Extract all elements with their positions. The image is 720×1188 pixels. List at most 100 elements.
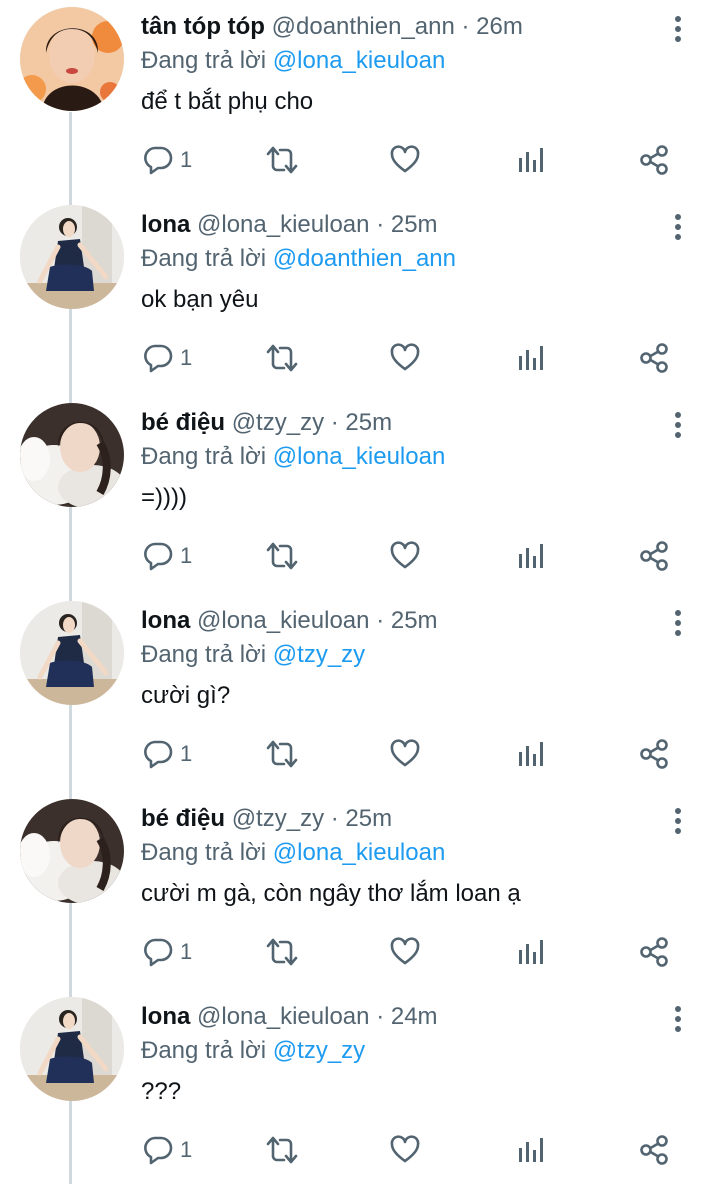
share-icon xyxy=(638,540,670,572)
avatar[interactable] xyxy=(20,799,124,903)
analytics-button[interactable] xyxy=(516,340,546,376)
more-icon[interactable] xyxy=(668,1004,688,1034)
tweet-action-bar: 1 xyxy=(0,340,720,376)
tweet-timestamp[interactable]: 26m xyxy=(476,13,523,40)
analytics-button[interactable] xyxy=(516,736,546,772)
analytics-button[interactable] xyxy=(516,142,546,178)
replying-to-mention[interactable]: @lona_kieuloan xyxy=(273,839,446,866)
like-button[interactable] xyxy=(389,934,421,970)
share-button[interactable] xyxy=(638,142,670,178)
avatar[interactable] xyxy=(20,7,124,111)
replying-to-mention[interactable]: @tzy_zy xyxy=(273,641,365,668)
user-handle[interactable]: @lona_kieuloan xyxy=(197,607,370,634)
retweet-button[interactable] xyxy=(265,934,299,970)
tweet[interactable]: lona @lona_kieuloan · 25m Đang trả lời @… xyxy=(0,594,720,792)
user-handle[interactable]: @lona_kieuloan xyxy=(197,211,370,238)
tweet-header: lona @lona_kieuloan · 24m xyxy=(141,1000,661,1034)
more-icon[interactable] xyxy=(668,806,688,836)
user-handle[interactable]: @tzy_zy xyxy=(232,409,324,436)
analytics-button[interactable] xyxy=(516,934,546,970)
replying-to-label: Đang trả lời xyxy=(141,1037,267,1064)
tweet[interactable]: lona @lona_kieuloan · 25m Đang trả lời @… xyxy=(0,198,720,396)
tweet-text: để t bắt phụ cho xyxy=(141,88,314,115)
share-icon xyxy=(638,1134,670,1166)
avatar[interactable] xyxy=(20,205,124,309)
tweet-action-bar: 1 xyxy=(0,538,720,574)
retweet-icon xyxy=(265,342,299,374)
like-button[interactable] xyxy=(389,736,421,772)
tweet-action-bar: 1 xyxy=(0,736,720,772)
like-button[interactable] xyxy=(389,142,421,178)
replying-to: Đang trả lời @lona_kieuloan xyxy=(141,440,661,474)
tweet-timestamp[interactable]: 24m xyxy=(391,1003,438,1030)
display-name[interactable]: tân tóp tóp xyxy=(141,13,265,40)
display-name[interactable]: lona xyxy=(141,1003,190,1030)
reply-button[interactable]: 1 xyxy=(142,736,192,772)
tweet-timestamp[interactable]: 25m xyxy=(391,607,438,634)
share-button[interactable] xyxy=(638,934,670,970)
analytics-button[interactable] xyxy=(516,538,546,574)
avatar[interactable] xyxy=(20,601,124,705)
reply-button[interactable]: 1 xyxy=(142,1132,192,1168)
tweet-header: lona @lona_kieuloan · 25m xyxy=(141,604,661,638)
tweet-timestamp[interactable]: 25m xyxy=(345,409,392,436)
retweet-button[interactable] xyxy=(265,142,299,178)
retweet-button[interactable] xyxy=(265,736,299,772)
tweet-action-bar: 1 xyxy=(0,1132,720,1168)
display-name[interactable]: lona xyxy=(141,211,190,238)
reply-count: 1 xyxy=(180,345,193,370)
reply-button[interactable]: 1 xyxy=(142,934,192,970)
reply-count: 1 xyxy=(180,543,193,568)
user-handle[interactable]: @doanthien_ann xyxy=(272,13,455,40)
reply-button[interactable]: 1 xyxy=(142,538,192,574)
tweet-header: lona @lona_kieuloan · 25m xyxy=(141,208,661,242)
user-handle[interactable]: @tzy_zy xyxy=(232,805,324,832)
tweet-timestamp[interactable]: 25m xyxy=(391,211,438,238)
replying-to-mention[interactable]: @lona_kieuloan xyxy=(273,443,446,470)
tweet[interactable]: bé điệu @tzy_zy · 25m Đang trả lời @lona… xyxy=(0,792,720,990)
retweet-icon xyxy=(265,144,299,176)
like-button[interactable] xyxy=(389,538,421,574)
reply-count: 1 xyxy=(180,1137,193,1162)
reply-button[interactable]: 1 xyxy=(142,340,192,376)
share-button[interactable] xyxy=(638,340,670,376)
replying-to: Đang trả lời @lona_kieuloan xyxy=(141,44,661,78)
replying-to: Đang trả lời @lona_kieuloan xyxy=(141,836,661,870)
retweet-button[interactable] xyxy=(265,538,299,574)
tweet[interactable]: lona @lona_kieuloan · 24m Đang trả lời @… xyxy=(0,990,720,1188)
user-handle[interactable]: @lona_kieuloan xyxy=(197,1003,370,1030)
like-icon xyxy=(389,540,421,572)
retweet-button[interactable] xyxy=(265,1132,299,1168)
more-icon[interactable] xyxy=(668,212,688,242)
reply-button[interactable]: 1 xyxy=(142,142,192,178)
more-icon[interactable] xyxy=(668,410,688,440)
like-button[interactable] xyxy=(389,1132,421,1168)
share-button[interactable] xyxy=(638,1132,670,1168)
analytics-icon xyxy=(516,144,546,176)
reply-icon xyxy=(142,738,174,770)
replying-to-label: Đang trả lời xyxy=(141,443,267,470)
retweet-icon xyxy=(265,540,299,572)
tweet-timestamp[interactable]: 25m xyxy=(345,805,392,832)
tweet[interactable]: bé điệu @tzy_zy · 25m Đang trả lời @lona… xyxy=(0,396,720,594)
tweet-content: bé điệu @tzy_zy · 25m Đang trả lời @lona… xyxy=(141,406,661,515)
retweet-button[interactable] xyxy=(265,340,299,376)
avatar[interactable] xyxy=(20,997,124,1101)
replying-to-mention[interactable]: @doanthien_ann xyxy=(273,245,456,272)
more-icon[interactable] xyxy=(668,608,688,638)
avatar[interactable] xyxy=(20,403,124,507)
analytics-button[interactable] xyxy=(516,1132,546,1168)
more-icon[interactable] xyxy=(668,14,688,44)
replying-to: Đang trả lời @doanthien_ann xyxy=(141,242,661,276)
share-icon xyxy=(638,936,670,968)
share-button[interactable] xyxy=(638,736,670,772)
replying-to-label: Đang trả lời xyxy=(141,47,267,74)
display-name[interactable]: bé điệu xyxy=(141,805,225,832)
tweet[interactable]: tân tóp tóp @doanthien_ann · 26m Đang tr… xyxy=(0,0,720,198)
replying-to-mention[interactable]: @tzy_zy xyxy=(273,1037,365,1064)
share-button[interactable] xyxy=(638,538,670,574)
display-name[interactable]: bé điệu xyxy=(141,409,225,436)
display-name[interactable]: lona xyxy=(141,607,190,634)
like-button[interactable] xyxy=(389,340,421,376)
replying-to-mention[interactable]: @lona_kieuloan xyxy=(273,47,446,74)
